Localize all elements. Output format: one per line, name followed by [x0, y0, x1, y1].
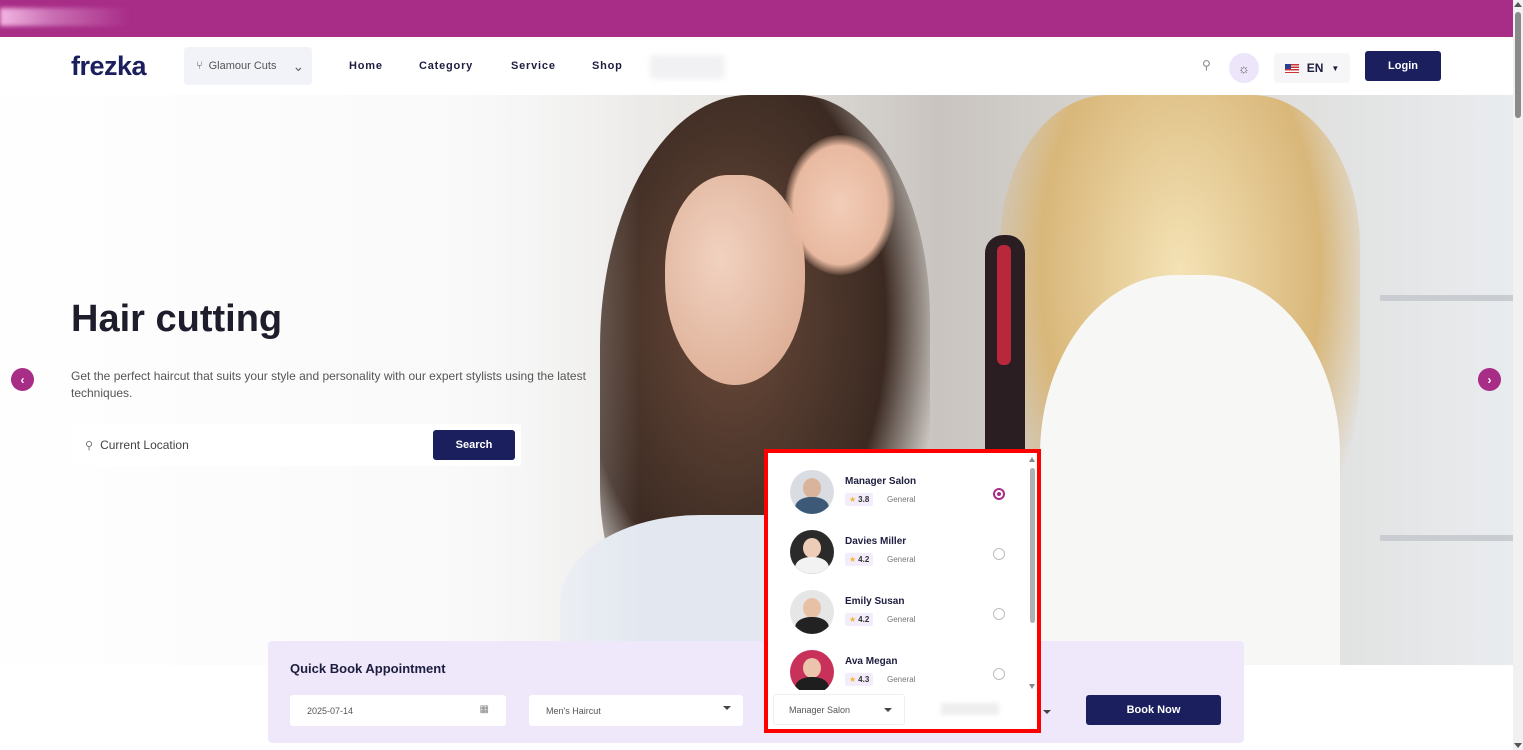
blurred-banner-text	[0, 8, 130, 26]
staff-name: Davies Miller	[845, 536, 907, 547]
quick-book-panel: Quick Book Appointment 2025-07-14 ▦ Men'…	[268, 641, 1244, 743]
sun-icon: ☼	[1238, 60, 1250, 76]
blurred-nav-item	[650, 55, 725, 79]
rating-badge: ★ 4.2	[845, 553, 874, 566]
staff-role: General	[887, 615, 916, 624]
scroll-thumb[interactable]	[1515, 12, 1521, 118]
rating-value: 3.8	[858, 495, 870, 504]
us-flag-icon	[1284, 63, 1299, 73]
staff-option[interactable]: Emily Susan ★ 4.2 General	[790, 590, 1005, 638]
carousel-prev-button[interactable]: ‹	[11, 368, 34, 391]
scroll-up-icon[interactable]	[1514, 2, 1522, 7]
hero-image-stylist-hand	[785, 135, 895, 275]
page-scrollbar[interactable]	[1513, 0, 1523, 750]
navbar: frezka ⑂ Glamour Cuts ⌄ Home Category Se…	[0, 37, 1513, 95]
star-icon: ★	[849, 555, 857, 564]
rating-value: 4.2	[858, 555, 870, 564]
staff-name: Ava Megan	[845, 656, 898, 667]
location-search-box: ⚲ Search	[71, 424, 521, 466]
chevron-right-icon: ›	[1487, 372, 1492, 387]
calendar-icon: ▦	[479, 704, 489, 715]
rating-badge: ★ 4.2	[845, 613, 874, 626]
caret-down-icon: ▼	[1331, 63, 1340, 73]
staff-select-value: Manager Salon	[789, 704, 851, 715]
star-icon: ★	[849, 675, 857, 684]
staff-dropdown: Manager Salon ★ 3.8 General Davies Mille…	[764, 449, 1041, 733]
theme-toggle-button[interactable]: ☼	[1229, 53, 1259, 83]
language-label: EN	[1306, 61, 1324, 75]
location-pin-icon: ⚲	[85, 439, 94, 452]
nav-home[interactable]: Home	[349, 60, 383, 72]
location-input[interactable]	[100, 438, 421, 452]
nav-service[interactable]: Service	[511, 60, 556, 72]
search-icon[interactable]: ⚲	[1202, 58, 1211, 72]
dropdown-scrollbar[interactable]	[1029, 457, 1036, 689]
chevron-down-icon: ⌄	[292, 57, 305, 74]
caret-down-icon	[1043, 710, 1051, 714]
rating-badge: ★ 3.8	[845, 493, 874, 506]
logo[interactable]: frezka	[71, 51, 147, 82]
radio-unselected[interactable]	[993, 548, 1005, 560]
top-banner	[0, 0, 1513, 37]
staff-option[interactable]: Manager Salon ★ 3.8 General	[790, 470, 1005, 518]
star-icon: ★	[849, 495, 857, 504]
nav-category[interactable]: Category	[419, 60, 473, 72]
scroll-down-icon[interactable]	[1029, 684, 1035, 689]
hero-image-shelf	[1380, 295, 1513, 301]
rating-value: 4.2	[858, 615, 870, 624]
scroll-thumb[interactable]	[1030, 468, 1035, 623]
caret-down-icon	[884, 708, 892, 712]
branch-icon: ⑂	[196, 60, 203, 72]
staff-role: General	[887, 495, 916, 504]
scroll-up-icon[interactable]	[1029, 457, 1035, 462]
hero-image-client-face	[665, 175, 805, 385]
avatar	[790, 530, 834, 574]
staff-list[interactable]: Manager Salon ★ 3.8 General Davies Mille…	[768, 453, 1027, 690]
hero-description: Get the perfect haircut that suits your …	[71, 369, 586, 400]
book-now-button[interactable]: Book Now	[1086, 695, 1221, 725]
date-value: 2025-07-14	[307, 705, 354, 716]
staff-role: General	[887, 675, 916, 684]
time-select[interactable]	[927, 694, 1035, 725]
rating-value: 4.3	[858, 675, 870, 684]
staff-option[interactable]: Ava Megan ★ 4.3 General	[790, 650, 1005, 690]
carousel-next-button[interactable]: ›	[1478, 368, 1501, 391]
staff-select[interactable]: Manager Salon	[773, 694, 905, 725]
language-selector[interactable]: EN ▼	[1274, 53, 1350, 83]
service-value: Men's Haircut	[546, 705, 601, 716]
scroll-down-icon[interactable]	[1514, 743, 1522, 748]
radio-selected[interactable]	[993, 488, 1005, 500]
avatar	[790, 470, 834, 514]
rating-badge: ★ 4.3	[845, 673, 874, 686]
staff-role: General	[887, 555, 916, 564]
nav-shop[interactable]: Shop	[592, 60, 623, 72]
radio-unselected[interactable]	[993, 608, 1005, 620]
search-button[interactable]: Search	[433, 430, 515, 460]
hero-title: Hair cutting	[71, 298, 283, 340]
service-select[interactable]: Men's Haircut	[529, 695, 743, 726]
avatar	[790, 590, 834, 634]
date-field[interactable]: 2025-07-14 ▦	[290, 695, 506, 726]
blurred-value	[941, 703, 999, 715]
hero-image-shelf	[1380, 535, 1513, 541]
staff-option[interactable]: Davies Miller ★ 4.2 General	[790, 530, 1005, 578]
staff-name: Manager Salon	[845, 476, 917, 487]
radio-unselected[interactable]	[993, 668, 1005, 680]
caret-down-icon	[723, 706, 731, 710]
branch-selector[interactable]: ⑂ Glamour Cuts ⌄	[184, 47, 312, 85]
hero-image-stylist	[1040, 275, 1340, 665]
staff-name: Emily Susan	[845, 596, 905, 607]
star-icon: ★	[849, 615, 857, 624]
branch-label: Glamour Cuts	[208, 60, 277, 72]
avatar	[790, 650, 834, 690]
login-button[interactable]: Login	[1365, 51, 1441, 81]
quick-book-title: Quick Book Appointment	[290, 661, 446, 676]
chevron-left-icon: ‹	[20, 372, 25, 387]
